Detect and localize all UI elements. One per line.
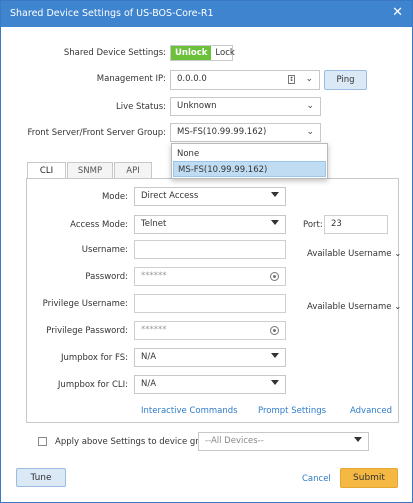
device-group-select[interactable]: --All Devices-- <box>198 432 369 451</box>
chevron-down-icon[interactable]: ⌄ <box>305 74 313 84</box>
access-mode-label: Access Mode: <box>70 220 128 230</box>
management-ip-input[interactable]: 0.0.0.0 ↕ ⌄ <box>170 70 320 90</box>
eye-icon[interactable] <box>270 272 279 281</box>
cancel-button[interactable]: Cancel <box>302 474 331 484</box>
available-privilege-username-dropdown[interactable]: Available Username ⌄ <box>307 302 401 312</box>
mode-select[interactable]: Direct Access <box>134 187 286 206</box>
dialog-title: Shared Device Settings of US-BOS-Core-R1 <box>10 8 214 19</box>
interactive-commands-link[interactable]: Interactive Commands <box>141 406 238 416</box>
tune-button[interactable]: Tune <box>16 468 66 487</box>
unlock-option[interactable]: Unlock <box>171 46 212 60</box>
live-status-value: Unknown <box>177 101 217 111</box>
jumpbox-fs-label: Jumpbox for FS: <box>60 353 128 363</box>
port-label: Port: <box>303 220 323 230</box>
apply-group-label: Apply above Settings to device group: <box>55 437 218 447</box>
access-mode-value: Telnet <box>141 219 167 229</box>
tab-api[interactable]: API <box>114 162 152 179</box>
ip-stepper-icon[interactable]: ↕ <box>288 75 295 84</box>
privilege-username-label: Privilege Username: <box>42 299 128 309</box>
port-input[interactable]: 23 <box>324 215 388 234</box>
front-server-dropdown: None MS-FS(10.99.99.162) <box>171 143 328 179</box>
front-server-select[interactable]: MS-FS(10.99.99.162) ⌄ <box>170 123 321 142</box>
caret-down-icon <box>271 380 279 385</box>
password-label: Password: <box>85 272 128 282</box>
privilege-username-input[interactable] <box>134 294 286 313</box>
chevron-down-icon: ⌄ <box>394 249 402 259</box>
available-username-label: Available Username <box>307 249 392 259</box>
access-mode-select[interactable]: Telnet <box>134 215 286 234</box>
privilege-password-label: Privilege Password: <box>46 326 128 336</box>
jumpbox-fs-value: N/A <box>141 352 157 362</box>
caret-down-icon <box>271 353 279 358</box>
jumpbox-fs-select[interactable]: N/A <box>134 348 286 367</box>
username-input[interactable] <box>134 240 286 259</box>
lock-toggle[interactable]: Unlock Lock <box>170 45 235 61</box>
close-icon[interactable]: ✕ <box>392 5 403 21</box>
available-username-dropdown[interactable]: Available Username ⌄ <box>307 249 401 259</box>
lock-option[interactable]: Lock <box>211 46 238 60</box>
shared-device-settings-dialog: Shared Device Settings of US-BOS-Core-R1… <box>0 0 413 503</box>
device-group-value: --All Devices-- <box>205 436 264 446</box>
management-ip-value: 0.0.0.0 <box>177 74 207 84</box>
apply-group-checkbox[interactable] <box>38 437 47 446</box>
jumpbox-cli-select[interactable]: N/A <box>134 375 286 394</box>
password-input[interactable]: ****** <box>134 267 286 286</box>
caret-down-icon <box>271 220 279 225</box>
chevron-down-icon: ⌄ <box>306 127 314 137</box>
username-label: Username: <box>81 245 128 255</box>
submit-button[interactable]: Submit <box>340 468 398 488</box>
password-value: ****** <box>141 271 167 281</box>
live-status-select[interactable]: Unknown ⌄ <box>170 97 321 116</box>
dropdown-option-ms-fs[interactable]: MS-FS(10.99.99.162) <box>173 161 326 177</box>
front-server-label: Front Server/Front Server Group: <box>27 128 166 138</box>
jumpbox-cli-label: Jumpbox for CLI: <box>57 380 128 390</box>
live-status-label: Live Status: <box>115 102 166 112</box>
shared-settings-label: Shared Device Settings: <box>63 48 166 58</box>
privilege-password-value: ****** <box>141 325 167 335</box>
available-username-label: Available Username <box>307 302 392 312</box>
eye-icon[interactable] <box>270 326 279 335</box>
tab-snmp[interactable]: SNMP <box>67 162 113 179</box>
privilege-password-input[interactable]: ****** <box>134 321 286 340</box>
chevron-down-icon: ⌄ <box>306 101 314 111</box>
front-server-value: MS-FS(10.99.99.162) <box>177 127 267 137</box>
dialog-title-bar: Shared Device Settings of US-BOS-Core-R1… <box>1 1 412 27</box>
management-ip-label: Management IP: <box>96 74 166 84</box>
caret-down-icon <box>354 437 362 442</box>
chevron-down-icon: ⌄ <box>394 302 402 312</box>
mode-label: Mode: <box>101 192 128 202</box>
dropdown-option-none[interactable]: None <box>173 146 326 162</box>
mode-value: Direct Access <box>141 191 199 201</box>
prompt-settings-link[interactable]: Prompt Settings <box>258 406 326 416</box>
caret-down-icon <box>271 192 279 197</box>
advanced-link[interactable]: Advanced <box>350 406 392 416</box>
ping-button[interactable]: Ping <box>324 70 367 90</box>
jumpbox-cli-value: N/A <box>141 379 157 389</box>
